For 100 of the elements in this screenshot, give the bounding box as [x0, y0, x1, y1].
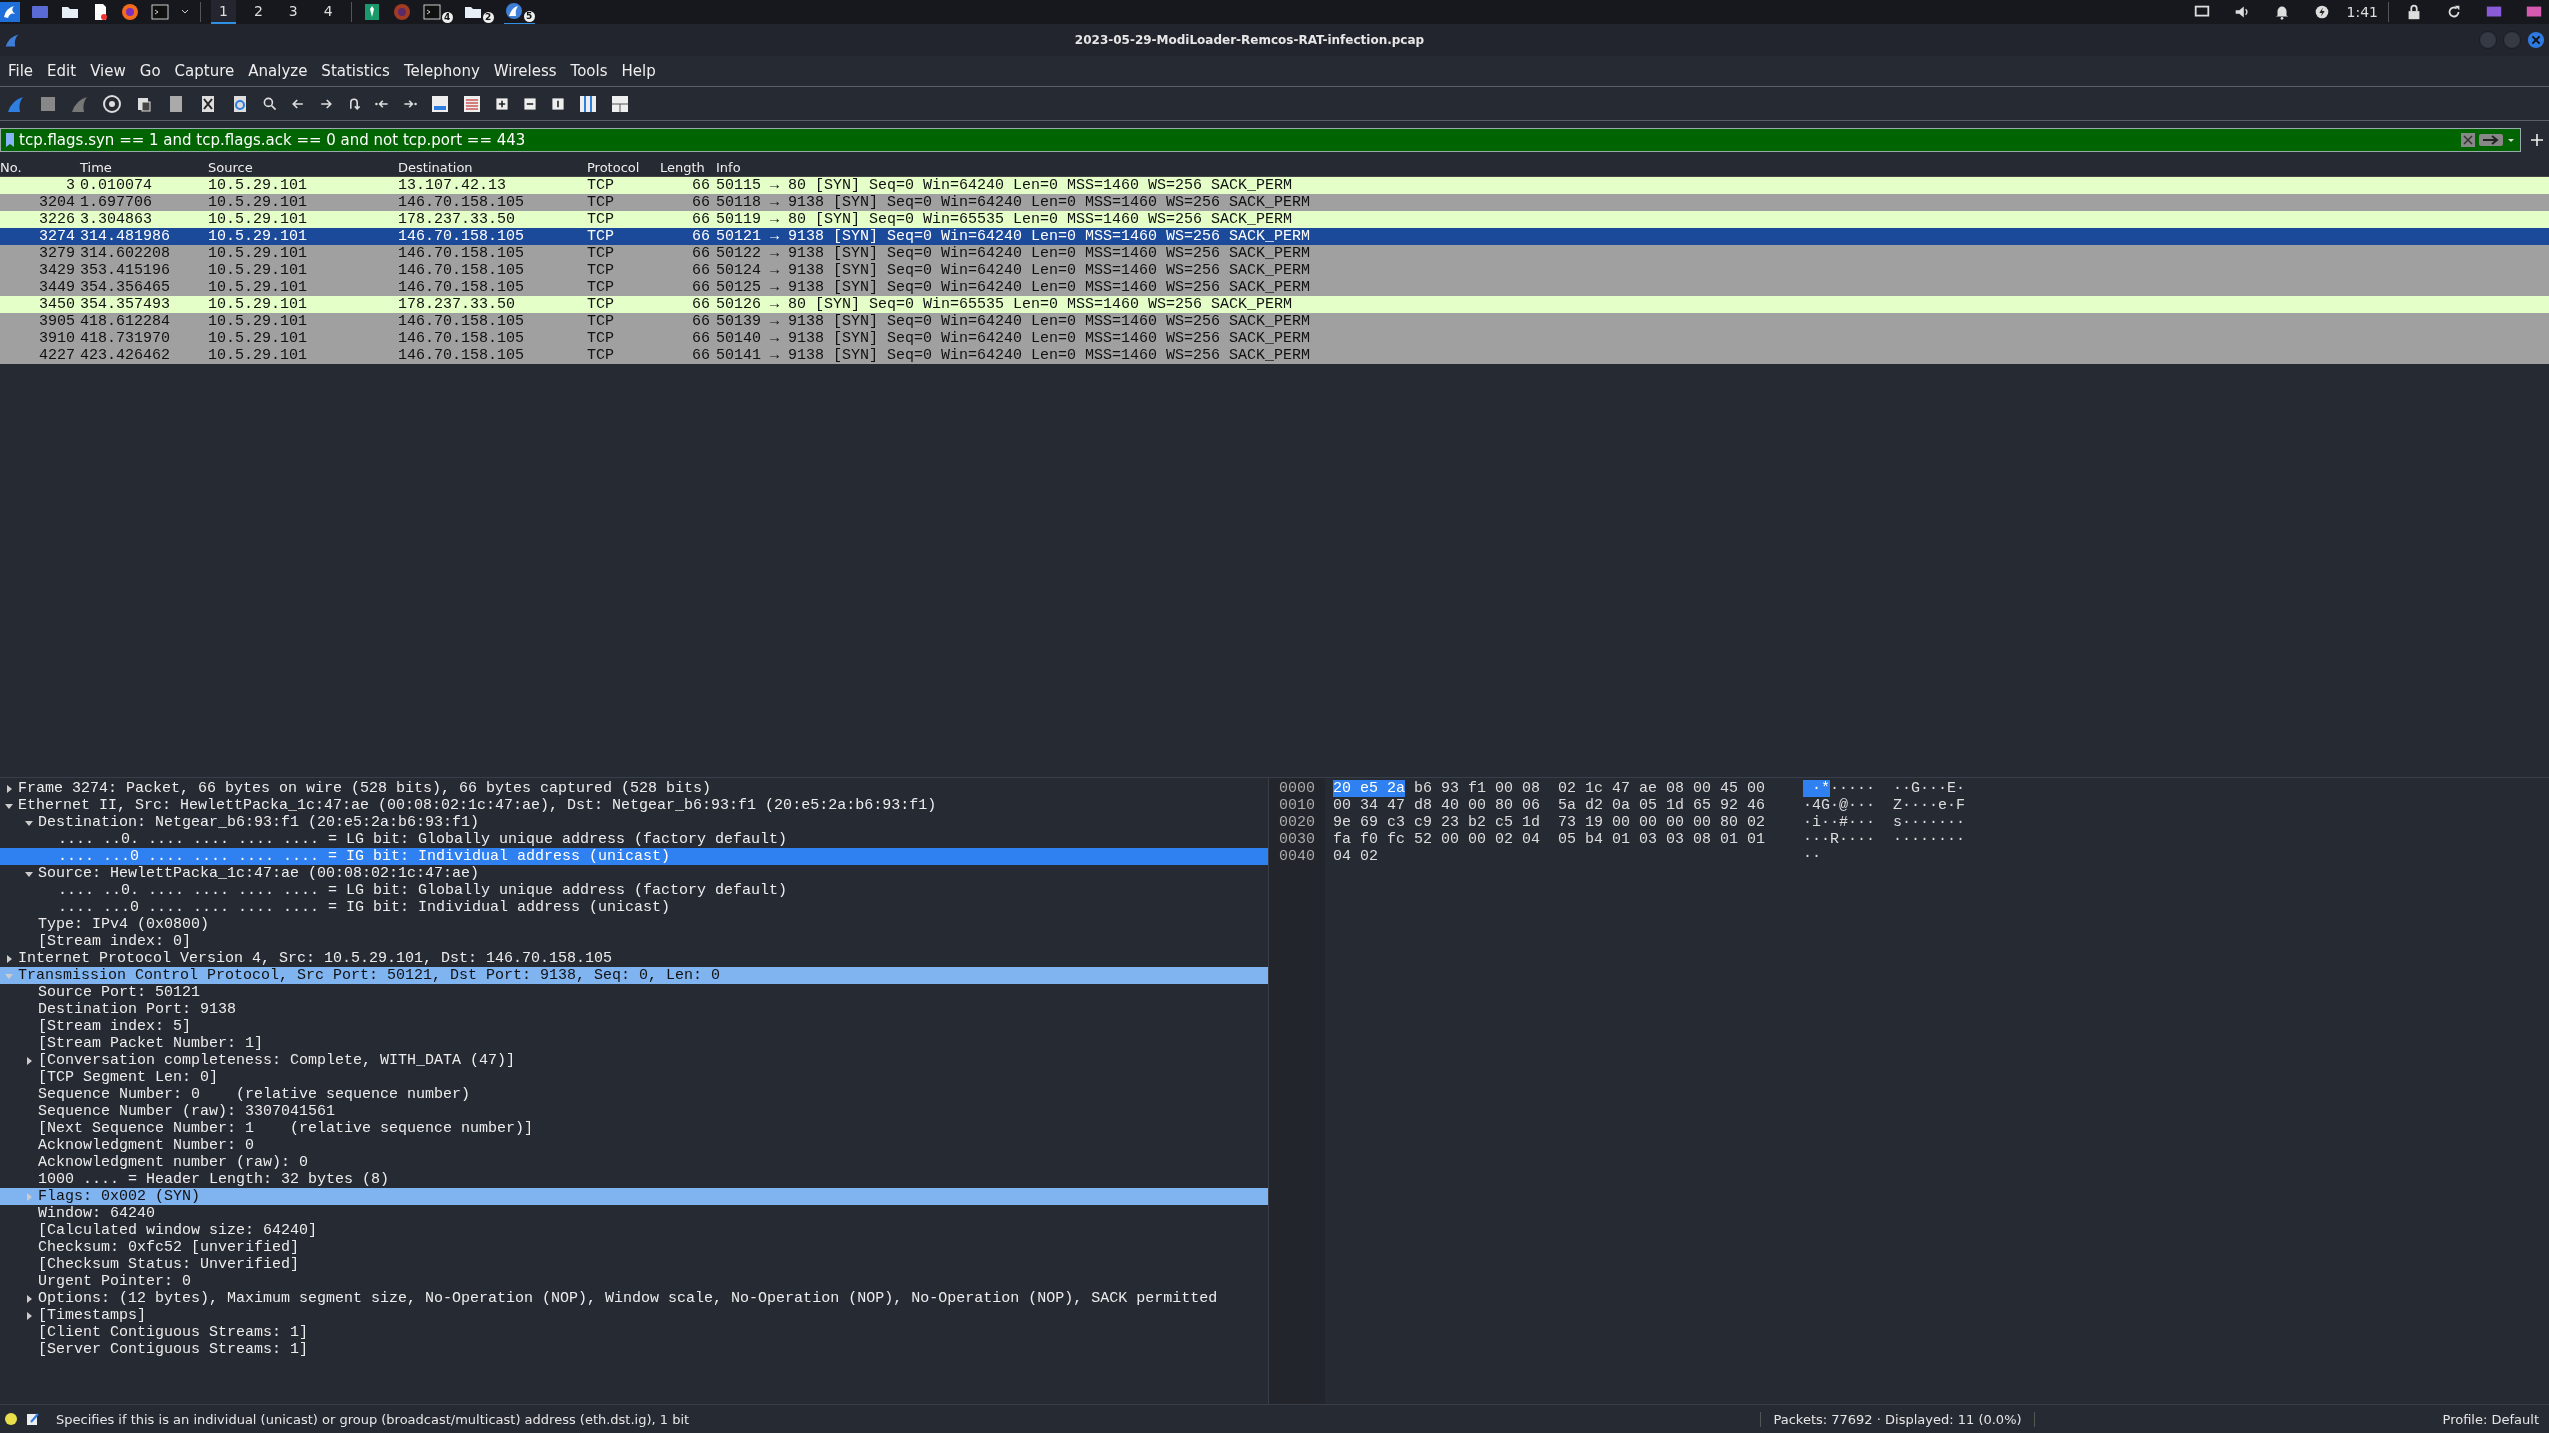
tree-item[interactable]: Options: (12 bytes), Maximum segment size, No-Operation (NOP), Window scale, No-Operation (NOP), No-Operation (NOP), SACK permitted	[0, 1290, 1268, 1307]
tree-item[interactable]: [Stream index: 0]	[0, 933, 1268, 950]
tree-item[interactable]: Urgent Pointer: 0	[0, 1273, 1268, 1290]
colorize-icon[interactable]	[462, 93, 482, 114]
tree-item[interactable]: .... ...0 .... .... .... .... = IG bit: Individual address (unicast)	[0, 899, 1268, 916]
tree-item[interactable]: [Server Contiguous Streams: 1]	[0, 1341, 1268, 1358]
menu-item[interactable]: Analyze	[248, 62, 308, 80]
column-header[interactable]: Time	[80, 159, 208, 176]
column-header[interactable]: Destination	[398, 159, 587, 176]
packet-row[interactable]: 3910 418.731970 10.5.29.101 146.70.158.105 TCP 66 50140 → 9138 [SYN] Seq=0 Win=64240 Len=0 MSS=1460 WS=256 SACK_PERM	[0, 330, 2549, 347]
workspace-button[interactable]: 2	[245, 0, 271, 24]
tree-item[interactable]: [Checksum Status: Unverified]	[0, 1256, 1268, 1273]
tree-item[interactable]: [Next Sequence Number: 1 (relative sequence number)]	[0, 1120, 1268, 1137]
workspace-button[interactable]: 3	[280, 0, 306, 24]
tree-item[interactable]: Type: IPv4 (0x0800)	[0, 916, 1268, 933]
tree-item[interactable]: Internet Protocol Version 4, Src: 10.5.29.101, Dst: 146.70.158.105	[0, 950, 1268, 967]
menu-item[interactable]: Telephony	[403, 62, 480, 80]
profile-label[interactable]: Profile: Default	[2442, 1411, 2549, 1427]
packet-row[interactable]: 3226 3.304863 10.5.29.101 178.237.33.50 TCP 66 50119 → 80 [SYN] Seq=0 Win=65535 Len=0 MSS=1460 WS=256 SACK_PERM	[0, 211, 2549, 228]
zoom-in-icon[interactable]	[494, 95, 510, 112]
tree-item[interactable]: [Timestamps]	[0, 1307, 1268, 1324]
column-header[interactable]: Source	[208, 159, 398, 176]
packet-row[interactable]: 3450 354.357493 10.5.29.101 178.237.33.50 TCP 66 50126 → 80 [SYN] Seq=0 Win=65535 Len=0 MSS=1460 WS=256 SACK_PERM	[0, 296, 2549, 313]
tree-item[interactable]: Ethernet II, Src: HewlettPacka_1c:47:ae (00:08:02:1c:47:ae), Dst: Netgear_b6:93:f1 (20:e5:2a:b6:93:f1)	[0, 797, 1268, 814]
tree-item[interactable]: [Stream Packet Number: 1]	[0, 1035, 1268, 1052]
tree-item[interactable]: Source: HewlettPacka_1c:47:ae (00:08:02:1c:47:ae)	[0, 865, 1268, 882]
tree-item[interactable]: Flags: 0x002 (SYN)	[0, 1188, 1268, 1205]
tree-item[interactable]: Sequence Number: 0 (relative sequence number)	[0, 1086, 1268, 1103]
layout-grid-icon[interactable]	[610, 93, 630, 114]
clock: 1:41	[2346, 4, 2378, 20]
menu-item[interactable]: File	[8, 62, 34, 80]
packet-row[interactable]: 3449 354.356465 10.5.29.101 146.70.158.105 TCP 66 50125 → 9138 [SYN] Seq=0 Win=64240 Len=0 MSS=1460 WS=256 SACK_PERM	[0, 279, 2549, 296]
packet-row[interactable]: 3279 314.602208 10.5.29.101 146.70.158.105 TCP 66 50122 → 9138 [SYN] Seq=0 Win=64240 Len=0 MSS=1460 WS=256 SACK_PERM	[0, 245, 2549, 262]
tree-item[interactable]: [TCP Segment Len: 0]	[0, 1069, 1268, 1086]
tree-item[interactable]: [Conversation completeness: Complete, WITH_DATA (47)]	[0, 1052, 1268, 1069]
column-header[interactable]: Length	[660, 159, 716, 176]
tree-item[interactable]: Frame 3274: Packet, 66 bytes on wire (528 bits), 66 bytes captured (528 bits)	[0, 780, 1268, 797]
ascii-bytes: ·*····· ··G···E·	[1803, 780, 1966, 797]
packet-row[interactable]: 3 0.010074 10.5.29.101 13.107.42.13 TCP 66 50115 → 80 [SYN] Seq=0 Win=64240 Len=0 MSS=1460 WS=256 SACK_PERM	[0, 177, 2549, 194]
tree-item[interactable]: Acknowledgment number (raw): 0	[0, 1154, 1268, 1171]
terminal-icon[interactable]	[150, 2, 170, 22]
column-header[interactable]: Protocol	[587, 159, 660, 176]
bookmark-icon[interactable]	[5, 132, 15, 148]
menu-item[interactable]: Tools	[570, 62, 608, 80]
tree-item[interactable]: .... ..0. .... .... .... .... = LG bit: Globally unique address (factory default)	[0, 882, 1268, 899]
menu-item[interactable]: Statistics	[321, 62, 390, 80]
zoom-out-icon[interactable]	[522, 95, 538, 112]
tree-item[interactable]: [Stream index: 5]	[0, 1018, 1268, 1035]
menu-item[interactable]: Edit	[47, 62, 77, 80]
normal-size-icon[interactable]	[550, 95, 566, 112]
tree-item[interactable]: Destination: Netgear_b6:93:f1 (20:e5:2a:b6:93:f1)	[0, 814, 1268, 831]
tree-item[interactable]: Source Port: 50121	[0, 984, 1268, 1001]
autoscroll-icon[interactable]	[430, 93, 450, 114]
tree-item[interactable]: [Calculated window size: 64240]	[0, 1222, 1268, 1239]
menu-item[interactable]: View	[90, 62, 126, 80]
tree-item[interactable]: .... ..0. .... .... .... .... = LG bit: Globally unique address (factory default)	[0, 831, 1268, 848]
resize-columns-icon[interactable]	[578, 93, 598, 114]
display-filter-bar[interactable]: tcp.flags.syn == 1 and tcp.flags.ack == 0 and not tcp.port == 443	[0, 128, 2521, 152]
collapsed-arrow-icon[interactable]	[24, 1310, 34, 1321]
window-count-badge: 4	[441, 12, 453, 23]
ascii-bytes: ···R···· ········	[1803, 831, 1966, 848]
tree-item[interactable]: Destination Port: 9138	[0, 1001, 1268, 1018]
column-header[interactable]: Info	[716, 159, 2549, 176]
packet-row[interactable]: 3204 1.697706 10.5.29.101 146.70.158.105 TCP 66 50118 → 9138 [SYN] Seq=0 Win=64240 Len=0 MSS=1460 WS=256 SACK_PERM	[0, 194, 2549, 211]
tree-item[interactable]: 1000 .... = Header Length: 32 bytes (8)	[0, 1171, 1268, 1188]
browser-icon[interactable]	[391, 2, 412, 22]
shark-fin-icon[interactable]	[503, 1, 524, 21]
packet-row[interactable]: 4227 423.426462 10.5.29.101 146.70.158.105 TCP 66 50141 → 9138 [SYN] Seq=0 Win=64240 Len=0 MSS=1460 WS=256 SACK_PERM	[0, 347, 2549, 364]
packet-row[interactable]: 3429 353.415196 10.5.29.101 146.70.158.105 TCP 66 50124 → 9138 [SYN] Seq=0 Win=64240 Len=0 MSS=1460 WS=256 SACK_PERM	[0, 262, 2549, 279]
tree-item[interactable]: Acknowledgment Number: 0	[0, 1137, 1268, 1154]
clear-icon[interactable]	[2460, 132, 2476, 148]
tree-item[interactable]: Sequence Number (raw): 3307041561	[0, 1103, 1268, 1120]
tree-item[interactable]: Checksum: 0xfc52 [unverified]	[0, 1239, 1268, 1256]
menu-item[interactable]: Go	[139, 62, 161, 80]
column-header[interactable]: No.	[0, 159, 80, 176]
settings-icon[interactable]	[102, 93, 122, 114]
collapsed-arrow-icon[interactable]	[4, 953, 14, 964]
terminal-icon[interactable]	[421, 2, 442, 22]
collapsed-arrow-icon[interactable]	[4, 783, 14, 794]
display-filter-field[interactable]: tcp.flags.syn == 1 and tcp.flags.ack == 0 and not tcp.port == 443	[19, 131, 2460, 149]
tree-item[interactable]: [Client Contiguous Streams: 1]	[0, 1324, 1268, 1341]
byte-offset: 0030	[1278, 831, 1316, 848]
browser-icon[interactable]	[120, 2, 140, 22]
packet-row[interactable]: 3274 314.481986 10.5.29.101 146.70.158.105 TCP 66 50121 → 9138 [SYN] Seq=0 Win=64240 Len=0 MSS=1460 WS=256 SACK_PERM	[0, 228, 2549, 245]
collapsed-arrow-icon[interactable]	[24, 1055, 34, 1066]
menu-item[interactable]: Capture	[174, 62, 235, 80]
close-icon[interactable]	[2527, 31, 2545, 49]
add-icon[interactable]	[2529, 132, 2545, 148]
collapsed-arrow-icon[interactable]	[24, 1293, 34, 1304]
search-icon[interactable]	[262, 95, 278, 112]
workspace-button[interactable]: 4	[315, 0, 341, 24]
workspace-button[interactable]: 1	[211, 0, 236, 24]
menu-item[interactable]: Help	[621, 62, 656, 80]
tree-item[interactable]: Window: 64240	[0, 1205, 1268, 1222]
tree-item[interactable]: Transmission Control Protocol, Src Port: 50121, Dst Port: 9138, Seq: 0, Len: 0	[0, 967, 1268, 984]
tree-item[interactable]: .... ...0 .... .... .... .... = IG bit: Individual address (unicast)	[0, 848, 1268, 865]
menu-item[interactable]: Wireless	[493, 62, 557, 80]
packet-row[interactable]: 3905 418.612284 10.5.29.101 146.70.158.105 TCP 66 50139 → 9138 [SYN] Seq=0 Win=64240 Len=0 MSS=1460 WS=256 SACK_PERM	[0, 313, 2549, 330]
edit-note-icon[interactable]	[26, 1412, 40, 1426]
status-dot-icon[interactable]	[4, 1412, 18, 1426]
